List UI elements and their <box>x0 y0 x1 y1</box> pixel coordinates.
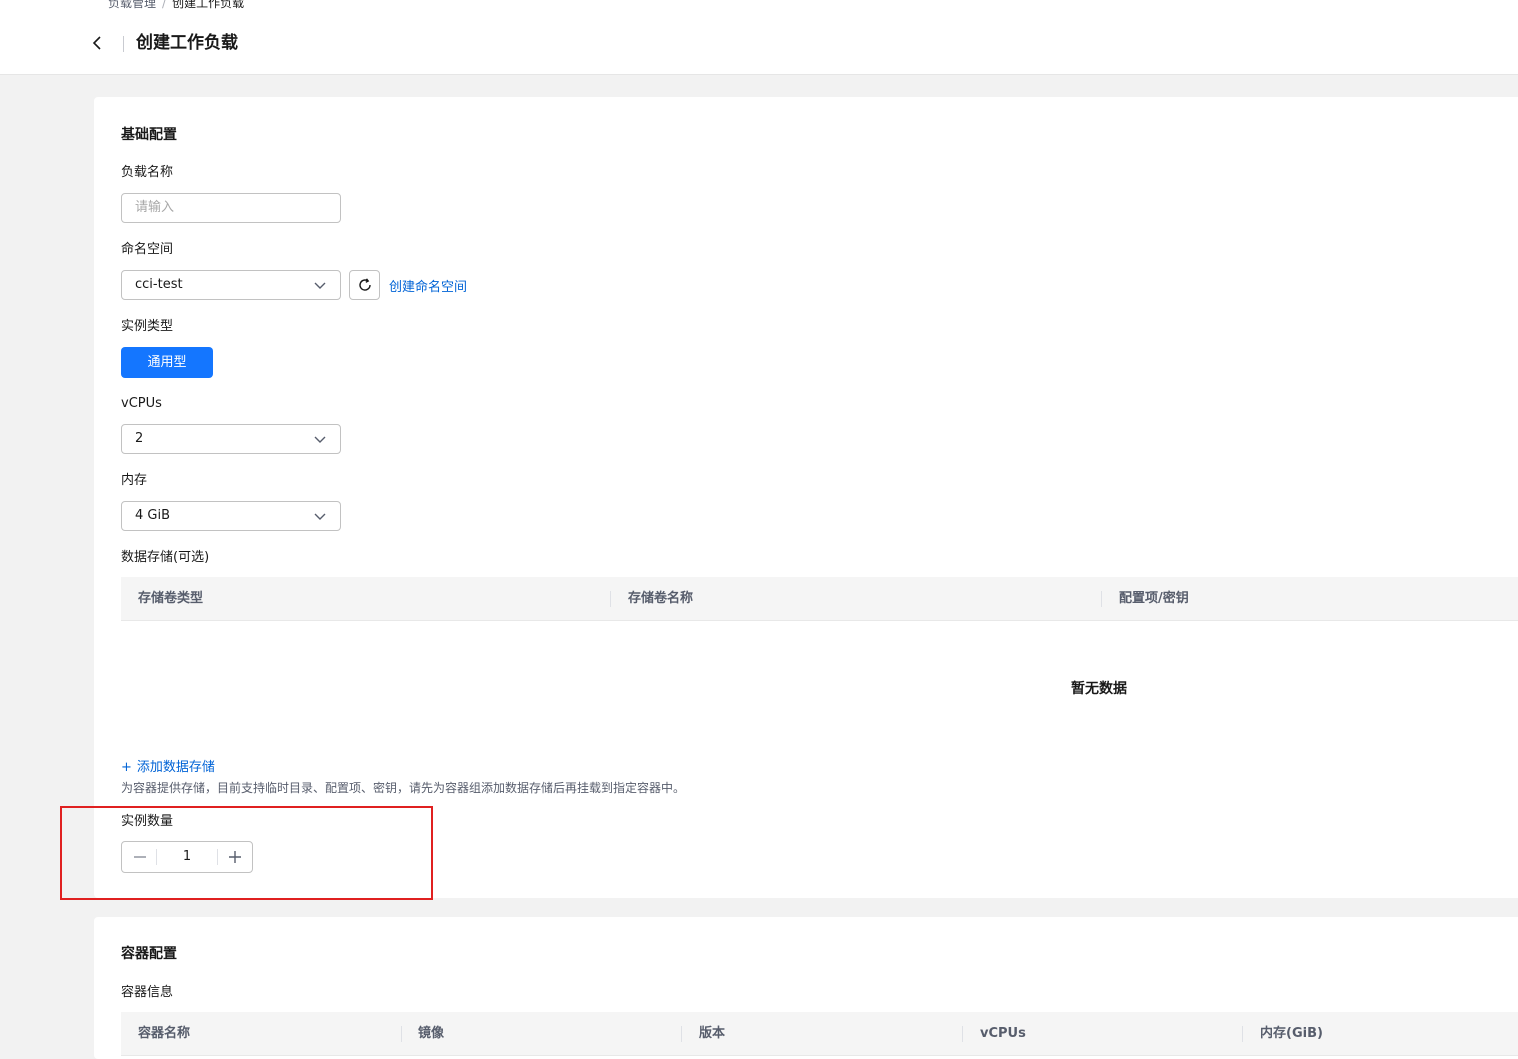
namespace-label: 命名空间 <box>121 242 174 257</box>
data-storage-label: 数据存储(可选) <box>121 550 210 565</box>
add-data-storage-link[interactable]: + 添加数据存储 <box>121 756 215 775</box>
column-divider <box>681 1026 682 1042</box>
vcpus-select[interactable]: 2 <box>121 424 341 454</box>
breadcrumb-parent[interactable]: 负载管理 <box>108 0 156 10</box>
breadcrumb-separator: / <box>162 0 167 10</box>
back-button[interactable] <box>86 32 108 54</box>
container-col-version: 版本 <box>699 1026 726 1041</box>
column-divider <box>962 1026 963 1042</box>
container-col-vcpus: vCPUs <box>980 1026 1026 1041</box>
container-info-label: 容器信息 <box>121 985 174 1000</box>
add-data-storage-label: 添加数据存储 <box>136 760 215 775</box>
memory-value: 4 GiB <box>135 508 171 523</box>
container-table-header: 容器名称 镜像 版本 vCPUs 内存(GiB) <box>121 1012 1518 1056</box>
memory-select[interactable]: 4 GiB <box>121 501 341 531</box>
breadcrumb: 负载管理 / 创建工作负载 <box>108 0 244 11</box>
storage-table-header: 存储卷类型 存储卷名称 配置项/密钥 <box>121 577 1518 621</box>
refresh-namespace-button[interactable] <box>349 270 380 300</box>
storage-empty-text: 暂无数据 <box>1071 681 1127 697</box>
workload-name-label: 负载名称 <box>121 165 174 180</box>
title-divider <box>123 36 124 52</box>
page-title: 创建工作负载 <box>136 33 238 53</box>
basic-config-title: 基础配置 <box>121 127 177 143</box>
instance-type-label: 实例类型 <box>121 319 174 334</box>
namespace-select[interactable]: cci-test <box>121 270 341 300</box>
refresh-icon <box>358 278 371 291</box>
vcpus-value: 2 <box>135 431 144 446</box>
breadcrumb-current: 创建工作负载 <box>172 0 245 10</box>
namespace-value: cci-test <box>135 277 183 292</box>
chevron-left-icon <box>92 36 101 50</box>
vcpus-label: vCPUs <box>121 396 162 411</box>
column-divider <box>401 1026 402 1042</box>
chevron-down-icon <box>314 513 326 520</box>
page-header: 负载管理 / 创建工作负载 创建工作负载 <box>0 0 1518 75</box>
create-namespace-link[interactable]: 创建命名空间 <box>389 276 467 295</box>
column-divider <box>1242 1026 1243 1042</box>
column-divider <box>1101 591 1102 607</box>
highlight-annotation-box <box>60 806 433 900</box>
workload-name-input[interactable]: 请输入 <box>121 193 341 223</box>
container-col-image: 镜像 <box>418 1026 445 1041</box>
storage-col-config: 配置项/密钥 <box>1119 591 1189 606</box>
container-col-memory: 内存(GiB) <box>1260 1026 1323 1041</box>
memory-label: 内存 <box>121 473 148 488</box>
storage-col-type: 存储卷类型 <box>138 591 204 606</box>
column-divider <box>610 591 611 607</box>
chevron-down-icon <box>314 436 326 443</box>
storage-col-name: 存储卷名称 <box>628 591 694 606</box>
plus-icon: + <box>121 760 132 775</box>
instance-type-general-button[interactable]: 通用型 <box>121 347 213 378</box>
container-col-name: 容器名称 <box>138 1026 191 1041</box>
container-config-title: 容器配置 <box>121 946 177 962</box>
data-storage-hint: 为容器提供存储，目前支持临时目录、配置项、密钥，请先为容器组添加数据存储后再挂载… <box>121 781 686 795</box>
chevron-down-icon <box>314 282 326 289</box>
